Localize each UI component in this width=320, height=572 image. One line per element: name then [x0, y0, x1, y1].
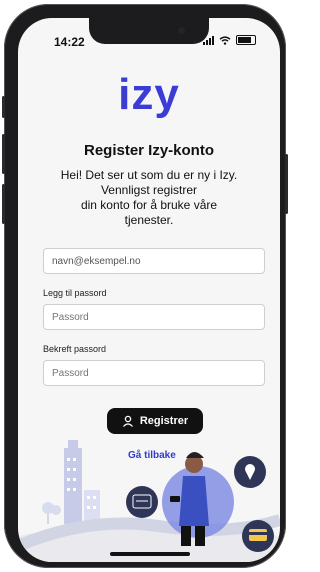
- back-link[interactable]: Gå tilbake: [128, 450, 176, 461]
- password-field[interactable]: [43, 304, 265, 330]
- wifi-icon: [219, 35, 231, 45]
- register-label: Registrer: [139, 415, 189, 427]
- illustration: [18, 440, 280, 562]
- intro-line: Hei! Det ser ut som du er ny i Izy.: [60, 168, 238, 182]
- user-icon: [122, 415, 133, 427]
- intro-text: Hei! Det ser ut som du er ny i Izy. Venn…: [48, 168, 250, 228]
- notch: [89, 18, 209, 44]
- mute-switch: [2, 96, 5, 118]
- status-icons: [203, 35, 256, 45]
- battery-icon: [236, 35, 256, 45]
- status-time: 14:22: [54, 35, 85, 49]
- calendar-icon: [126, 486, 158, 518]
- confirm-password-label: Bekreft passord: [43, 344, 107, 354]
- volume-up-button: [2, 134, 5, 174]
- screen: 14:22 izy Register Izy-konto Hei! Det se…: [18, 18, 280, 562]
- email-field[interactable]: [43, 248, 265, 274]
- page-title: Register Izy-konto: [83, 142, 215, 159]
- volume-down-button: [2, 184, 5, 224]
- intro-line: din konto for å bruke våre: [80, 198, 218, 212]
- confirm-password-field[interactable]: [43, 360, 265, 386]
- phone-frame: 14:22 izy Register Izy-konto Hei! Det se…: [2, 4, 288, 568]
- signal-icon: [203, 35, 214, 45]
- home-indicator[interactable]: [110, 552, 190, 556]
- izy-logo: izy: [118, 70, 180, 119]
- camera: [178, 27, 185, 34]
- intro-line: tjenester.: [124, 213, 174, 227]
- power-button: [285, 154, 288, 214]
- password-label: Legg til passord: [43, 288, 107, 298]
- intro-line: Vennligst registrer: [100, 183, 198, 197]
